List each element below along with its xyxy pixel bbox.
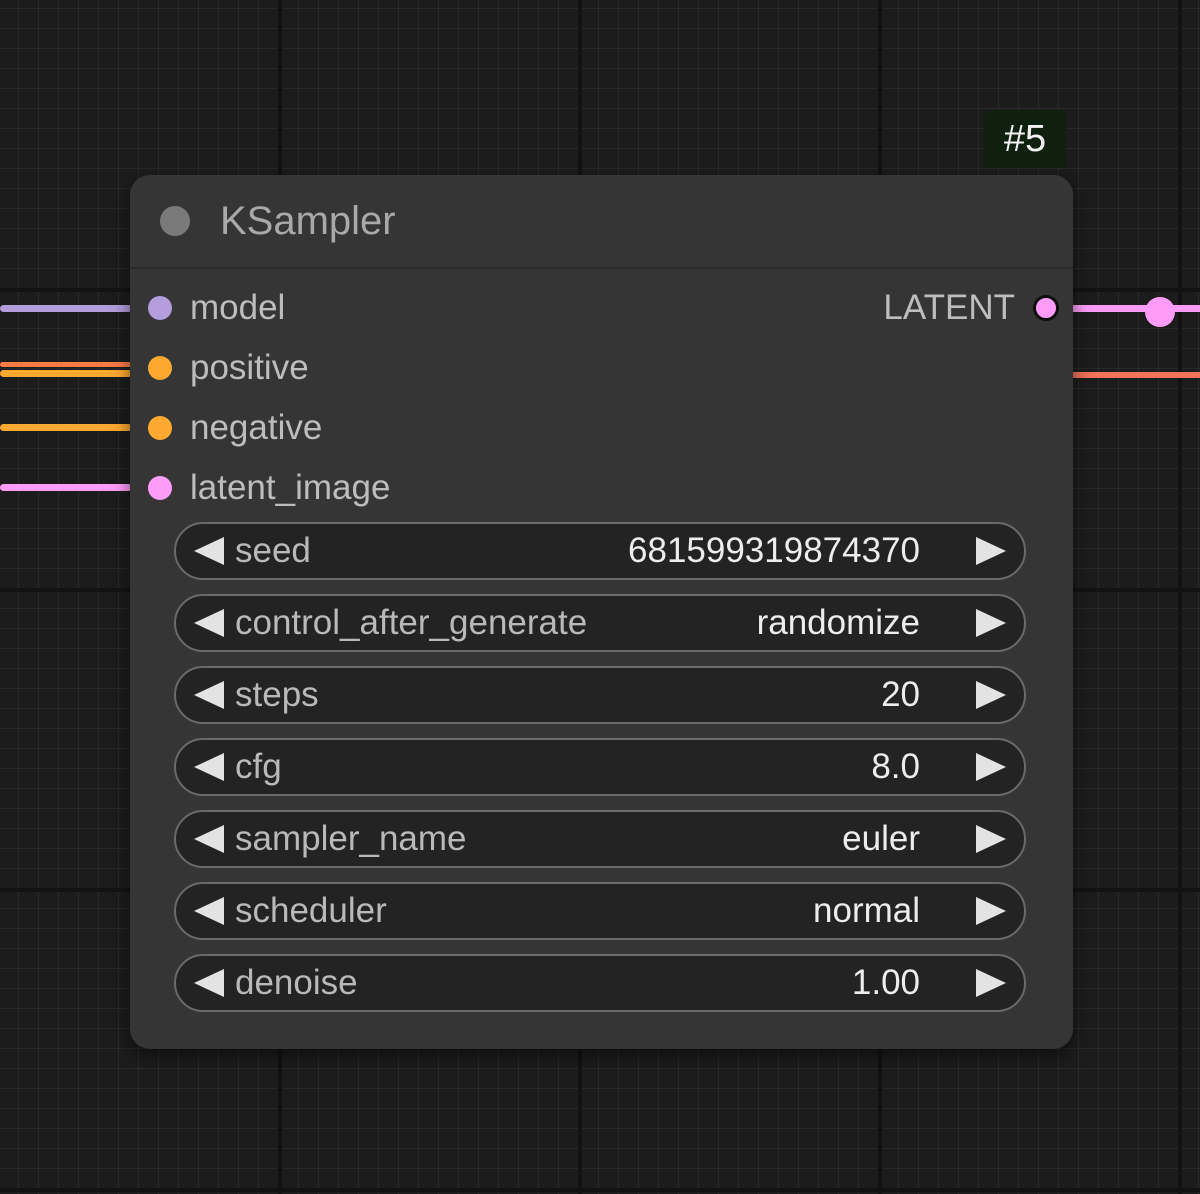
widget-value[interactable]: euler [842, 812, 920, 866]
decrement-arrow-icon[interactable] [194, 753, 224, 781]
increment-arrow-icon[interactable] [976, 753, 1006, 781]
input-label: model [190, 288, 286, 327]
input-label: positive [190, 348, 309, 387]
increment-arrow-icon[interactable] [976, 969, 1006, 997]
decrement-arrow-icon[interactable] [194, 537, 224, 565]
negative-wire[interactable] [0, 424, 132, 431]
increment-arrow-icon[interactable] [976, 681, 1006, 709]
input-slot-model[interactable]: model [130, 286, 530, 330]
latent-image-wire[interactable] [0, 484, 132, 491]
widget-label: control_after_generate [235, 603, 588, 642]
widget-denoise[interactable]: denoise 1.00 [174, 954, 1026, 1012]
decrement-arrow-icon[interactable] [194, 897, 224, 925]
output-slot-latent[interactable]: LATENT [773, 286, 1073, 330]
widget-scheduler[interactable]: scheduler normal [174, 882, 1026, 940]
widget-control-after-generate[interactable]: control_after_generate randomize [174, 594, 1026, 652]
output-dot-latent-icon[interactable] [1033, 295, 1059, 321]
increment-arrow-icon[interactable] [976, 897, 1006, 925]
input-label: negative [190, 408, 323, 447]
widget-label: cfg [235, 747, 282, 786]
increment-arrow-icon[interactable] [976, 609, 1006, 637]
latent-output-wire[interactable] [1070, 305, 1200, 312]
secondary-output-wire[interactable] [1070, 372, 1200, 378]
input-dot-positive-icon[interactable] [148, 356, 172, 380]
node-id-badge: #5 [984, 110, 1066, 168]
decrement-arrow-icon[interactable] [194, 825, 224, 853]
graph-canvas[interactable]: #5 KSampler model positive negative late… [0, 0, 1200, 1194]
wire-reroute-handle[interactable] [1145, 297, 1175, 327]
widget-cfg[interactable]: cfg 8.0 [174, 738, 1026, 796]
node-title: KSampler [220, 199, 396, 243]
node-header[interactable]: KSampler [130, 175, 1073, 269]
output-label: LATENT [883, 288, 1015, 327]
widget-label: denoise [235, 963, 358, 1002]
decrement-arrow-icon[interactable] [194, 681, 224, 709]
increment-arrow-icon[interactable] [976, 537, 1006, 565]
widget-value[interactable]: 20 [881, 668, 920, 722]
widget-label: scheduler [235, 891, 387, 930]
model-wire[interactable] [0, 305, 132, 312]
input-slot-negative[interactable]: negative [130, 406, 530, 450]
widget-sampler-name[interactable]: sampler_name euler [174, 810, 1026, 868]
widget-value[interactable]: normal [813, 884, 920, 938]
widget-label: sampler_name [235, 819, 467, 858]
positive-wire[interactable] [0, 370, 132, 377]
collapse-toggle-icon[interactable] [160, 206, 190, 236]
decrement-arrow-icon[interactable] [194, 969, 224, 997]
widget-seed[interactable]: seed 681599319874370 [174, 522, 1026, 580]
widget-value[interactable]: randomize [757, 596, 920, 650]
widget-value[interactable]: 8.0 [871, 740, 920, 794]
positive-wire-upper[interactable] [0, 362, 132, 367]
input-label: latent_image [190, 468, 391, 507]
widget-steps[interactable]: steps 20 [174, 666, 1026, 724]
input-dot-model-icon[interactable] [148, 296, 172, 320]
input-slot-positive[interactable]: positive [130, 346, 530, 390]
widget-label: seed [235, 531, 311, 570]
decrement-arrow-icon[interactable] [194, 609, 224, 637]
widget-label: steps [235, 675, 319, 714]
increment-arrow-icon[interactable] [976, 825, 1006, 853]
input-dot-latent-image-icon[interactable] [148, 476, 172, 500]
input-slot-latent-image[interactable]: latent_image [130, 466, 530, 510]
widget-value[interactable]: 1.00 [852, 956, 920, 1010]
input-dot-negative-icon[interactable] [148, 416, 172, 440]
ksampler-node[interactable]: KSampler model positive negative latent_… [130, 175, 1073, 1049]
widget-value[interactable]: 681599319874370 [628, 524, 920, 578]
